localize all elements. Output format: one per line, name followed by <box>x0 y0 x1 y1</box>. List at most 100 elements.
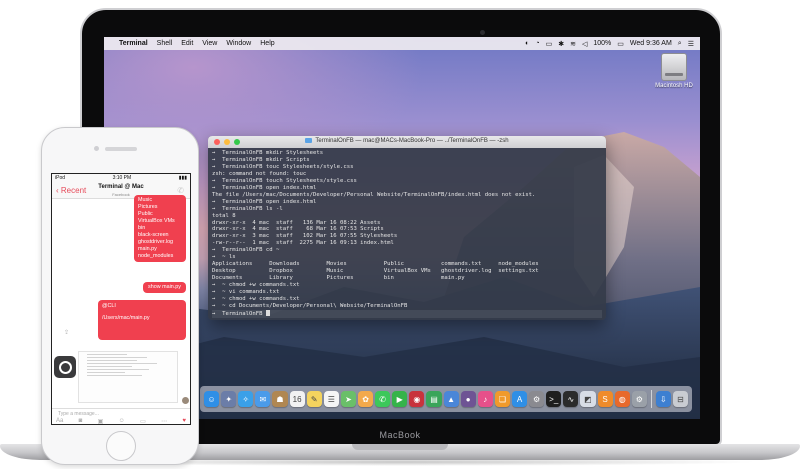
status-area: ◐ ◔ ▭ ✱ ≋ ◁ 100% ▭ Wed 9:36 AM ⌕ ☰ <box>525 40 694 48</box>
terminal-line: → TerminalOnFB mkdir Scripts <box>212 156 310 163</box>
menu-shell[interactable]: Shell <box>157 40 173 47</box>
terminal-title-text: TerminalOnFB — mac@MACs-MacBook-Pro — ..… <box>315 138 509 144</box>
terminal-line: Documents Library Pictures bin main.py <box>212 275 465 282</box>
menu-app-name[interactable]: Terminal <box>119 40 148 47</box>
facetime-icon[interactable]: ▶ <box>392 391 408 407</box>
mail-icon[interactable]: ✉ <box>255 391 271 407</box>
terminal-line: → TerminalOnFB <box>212 309 602 318</box>
phone-call-icon[interactable]: ✆ <box>177 186 184 195</box>
system-preferences-icon[interactable]: ⚙ <box>529 391 545 407</box>
notification-center-icon[interactable]: ☰ <box>688 40 694 48</box>
emoji-icon[interactable]: ☺ <box>119 418 125 424</box>
message-list[interactable]: Music Pictures Public VirtualBox VMs bin blac… <box>52 195 190 408</box>
phone-speaker <box>105 147 137 151</box>
menu-clock[interactable]: Wed 9:36 AM <box>630 40 672 47</box>
sublime-text-icon[interactable]: S <box>597 391 613 407</box>
github-icon[interactable]: ● <box>460 391 476 407</box>
compose-bar[interactable]: Type a message... Aa ◙ ▣ ☺ ▭ ⋯ ♥ <box>52 408 190 424</box>
more-icon[interactable]: ⋯ <box>161 418 167 424</box>
wifi-icon[interactable]: ≋ <box>570 40 576 48</box>
photos-icon[interactable]: ✿ <box>357 391 374 407</box>
messenger-screen: iPod 3:10 PM ▮▮▮ ‹ Recent Terminal @ Mac… <box>51 173 191 425</box>
cli-tag: @CLI <box>102 303 116 309</box>
menu-window[interactable]: Window <box>226 40 251 47</box>
downloads-stack-icon[interactable]: ⇩ <box>655 391 671 407</box>
ls-output-line: Music <box>138 197 153 203</box>
menu-bar: Terminal Shell Edit View Window Help ◐ ◔… <box>104 37 700 50</box>
messages-icon[interactable]: ✆ <box>375 391 391 407</box>
code-screenshot-attachment[interactable] <box>78 351 178 403</box>
phone-status-bar: iPod 3:10 PM ▮▮▮ <box>52 174 190 182</box>
desktop-icon-macintosh-hd[interactable]: Macintosh HD <box>652 53 696 89</box>
dock-separator <box>650 390 652 408</box>
calendar-icon[interactable]: 16 <box>289 391 305 407</box>
terminal-output[interactable]: → TerminalOnFB mkdir Stylesheets → Termin… <box>208 148 606 320</box>
battery-percent[interactable]: 100% <box>593 40 611 47</box>
keynote-icon[interactable]: ▲ <box>443 391 459 407</box>
bluetooth-icon[interactable]: ✱ <box>558 40 564 48</box>
cli-path: /Users/mac/main.py <box>102 315 150 321</box>
settings-icon[interactable]: ⚙ <box>631 391 647 407</box>
safari-icon[interactable]: ✧ <box>238 391 254 407</box>
ibooks-icon[interactable]: ❏ <box>494 391 510 407</box>
terminal-line: Applications Downloads Movies Public com… <box>212 261 539 268</box>
terminal-line: → ~ ls <box>212 254 236 261</box>
chat-title: Terminal @ Mac <box>98 184 144 190</box>
terminal-line: zsh: command not found: touc <box>212 170 307 177</box>
share-icon[interactable]: ⇪ <box>64 329 69 336</box>
folder-icon <box>305 138 313 143</box>
ls-output-line: ghostdriver.log <box>138 239 174 245</box>
home-button[interactable] <box>106 431 136 461</box>
terminal-window[interactable]: TerminalOnFB — mac@MACs-MacBook-Pro — ..… <box>208 136 606 320</box>
activity-monitor-icon[interactable]: ∿ <box>563 391 579 407</box>
terminal-line: The file /Users/mac/Documents/Developer/… <box>212 191 536 198</box>
message-input[interactable]: Type a message... <box>58 411 99 417</box>
show-main-py-button[interactable]: show main.py <box>143 282 186 293</box>
menu-help[interactable]: Help <box>260 40 274 47</box>
battery-icon[interactable]: ▭ <box>617 40 624 48</box>
camera-icon[interactable]: ◙ <box>79 418 83 424</box>
menu-edit[interactable]: Edit <box>181 40 193 47</box>
spotlight-icon[interactable]: ⌕ <box>678 40 682 48</box>
firefox-icon[interactable]: ◍ <box>614 391 630 407</box>
iphone: iPod 3:10 PM ▮▮▮ ‹ Recent Terminal @ Mac… <box>41 127 199 465</box>
terminal-line: → TerminalOnFB open index.html <box>212 184 317 191</box>
text-format-icon[interactable]: Aa <box>56 418 63 424</box>
assistive-touch-icon <box>58 360 72 374</box>
terminal-cursor <box>265 309 270 316</box>
launchpad-icon[interactable]: ✦ <box>221 391 237 407</box>
compose-icons: Aa ◙ ▣ ☺ ▭ ⋯ ♥ <box>56 418 186 424</box>
preview-icon[interactable]: ◩ <box>580 391 596 407</box>
terminal-icon[interactable]: >_ <box>546 391 562 407</box>
gif-icon[interactable]: ▭ <box>140 418 146 424</box>
terminal-line: → TerminalOnFB touc Stylesheets/style.cs… <box>212 163 354 170</box>
menu-view[interactable]: View <box>202 40 217 47</box>
gallery-icon[interactable]: ▣ <box>98 418 104 424</box>
assistive-touch-button[interactable] <box>54 356 76 378</box>
sync-icon[interactable]: ◐ <box>525 40 529 47</box>
time-machine-icon[interactable]: ◔ <box>535 40 539 47</box>
contacts-icon[interactable]: ☗ <box>272 391 288 407</box>
terminal-titlebar[interactable]: TerminalOnFB — mac@MACs-MacBook-Pro — ..… <box>208 136 606 148</box>
avatar <box>182 397 189 404</box>
airplay-icon[interactable]: ▭ <box>546 40 553 48</box>
volume-icon[interactable]: ◁ <box>582 40 587 48</box>
app-store-icon[interactable]: A <box>511 391 528 407</box>
numbers-icon[interactable]: ▤ <box>426 391 442 407</box>
terminal-title: TerminalOnFB — mac@MACs-MacBook-Pro — ..… <box>208 138 606 144</box>
itunes-icon[interactable]: ♪ <box>477 391 493 407</box>
ls-output-line: node_modules <box>138 253 174 259</box>
ls-output-line: bin <box>138 225 146 231</box>
terminal-line: total 8 <box>212 212 236 219</box>
desktop-icon-label: Macintosh HD <box>655 83 693 89</box>
trash-icon[interactable]: ⊟ <box>672 391 688 407</box>
like-icon[interactable]: ♥ <box>182 418 186 424</box>
terminal-line: → TerminalOnFB touch Stylesheets/style.c… <box>212 177 357 184</box>
notes-icon[interactable]: ✎ <box>306 391 322 407</box>
terminal-line: → ~ chmod +w commands.txt <box>212 296 300 303</box>
reminders-icon[interactable]: ☰ <box>323 391 339 407</box>
terminal-line: drwxr-xr-x 4 mac staff 68 Mar 16 07:53 S… <box>212 226 384 233</box>
maps-icon[interactable]: ➤ <box>340 391 356 407</box>
finder-icon[interactable]: ☺ <box>204 391 220 407</box>
photo-booth-icon[interactable]: ◉ <box>409 391 425 407</box>
